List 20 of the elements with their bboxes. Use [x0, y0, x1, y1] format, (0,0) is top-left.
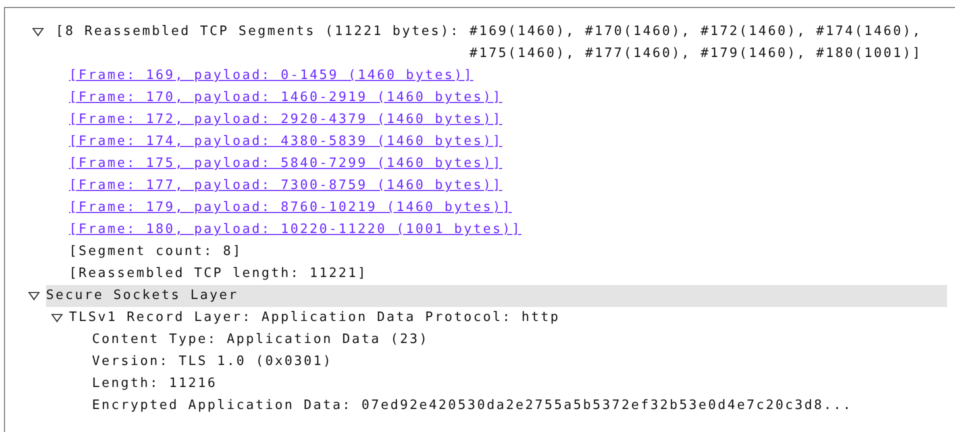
tree-item[interactable]: Content Type: Application Data (23)	[92, 329, 429, 351]
frame-link[interactable]: [Frame: 180, payload: 10220-11220 (1001 bytes)]	[69, 219, 522, 241]
collapse-icon[interactable]	[28, 291, 40, 301]
frame-link[interactable]: [Frame: 179, payload: 8760-10219 (1460 bytes)]	[69, 197, 512, 219]
collapse-icon[interactable]	[51, 313, 63, 323]
collapse-icon[interactable]	[32, 27, 44, 37]
frame-link[interactable]: [Frame: 177, payload: 7300-8759 (1460 bytes)]	[69, 175, 502, 197]
frame-link[interactable]: [Frame: 175, payload: 5840-7299 (1460 bytes)]	[69, 153, 502, 175]
tree-item[interactable]: Length: 11216	[92, 373, 218, 395]
frame-link[interactable]: [Frame: 169, payload: 0-1459 (1460 bytes)]	[69, 65, 474, 87]
frame-link[interactable]: [Frame: 172, payload: 2920-4379 (1460 bytes)]	[69, 109, 502, 131]
frame-link[interactable]: [Frame: 174, payload: 4380-5839 (1460 bytes)]	[69, 131, 502, 153]
tree-item[interactable]: [Segment count: 8]	[69, 241, 242, 263]
tree-item[interactable]: Encrypted Application Data: 07ed92e420530da2e2755a5b5372ef32b53e0d4e7c20c3d8...	[92, 395, 853, 417]
frame-link[interactable]: [Frame: 170, payload: 1460-2919 (1460 bytes)]	[69, 87, 502, 109]
tree-item[interactable]: [Reassembled TCP length: 11221]	[69, 263, 368, 285]
tree-item[interactable]: Version: TLS 1.0 (0x0301)	[92, 351, 333, 373]
tree-item[interactable]: Secure Sockets Layer	[46, 285, 947, 307]
tree-item[interactable]: TLSv1 Record Layer: Application Data Protocol: http	[69, 307, 560, 329]
tree-item[interactable]: [8 Reassembled TCP Segments (11221 bytes): #169(1460), #170(1460), #172(1460), #174(1460), #175(1460), #177(1460), #179(1460), #180(1001)]	[50, 21, 922, 65]
